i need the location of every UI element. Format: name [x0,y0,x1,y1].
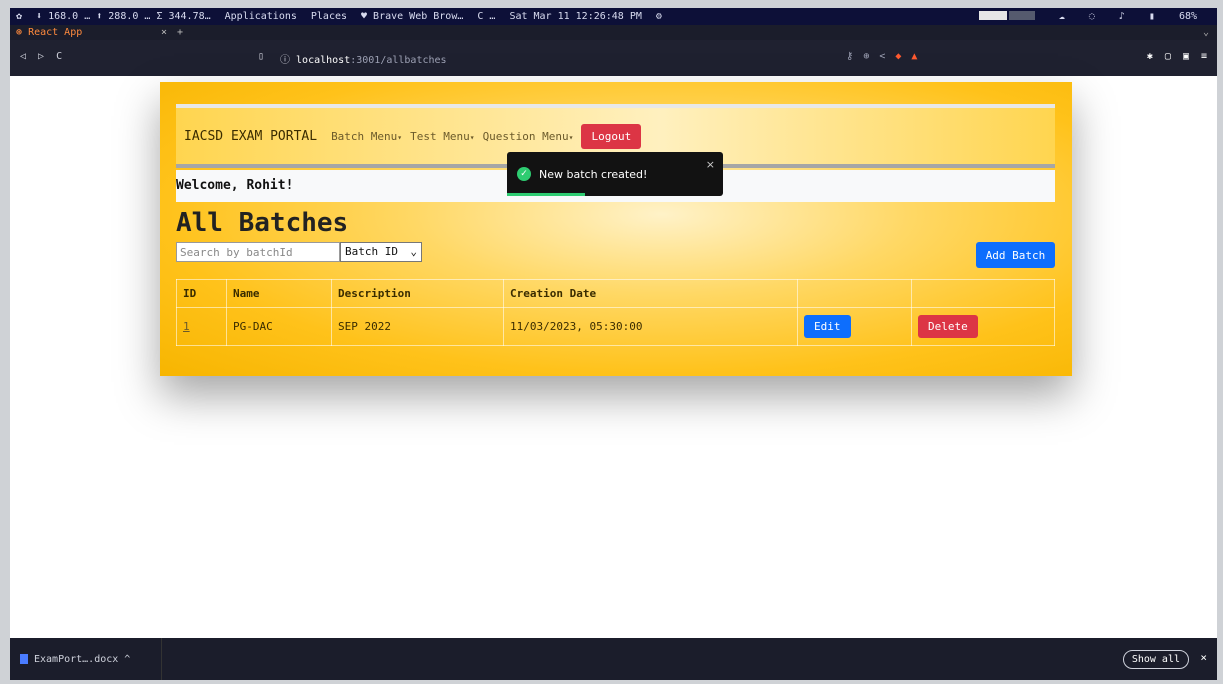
header-creation-date: Creation Date [503,279,798,308]
add-batch-button[interactable]: Add Batch [976,242,1055,268]
cell-delete: Delete [911,307,1055,346]
chevron-up-icon[interactable]: ^ [124,654,130,665]
address-bar: ◁ ▷ C ▯ ⓘ localhost:3001/allbatches ⚷ ⊕ … [10,40,1217,76]
show-all-button[interactable]: Show all [1122,650,1189,669]
header-edit [797,279,912,308]
filter-selected-value: Batch ID [345,245,398,258]
new-tab-icon[interactable]: + [177,27,183,38]
check-icon: ✓ [517,167,531,181]
download-bar: ExamPort….docx ^ Show all × [10,638,1217,680]
menu-icon[interactable]: ≡ [1201,51,1207,62]
sidebar-icon[interactable]: ▢ [1165,51,1171,62]
document-icon [20,654,28,664]
page-title: All Batches [176,208,349,238]
reload-icon[interactable]: C [56,51,62,62]
header-description: Description [331,279,504,308]
batch-id-link[interactable]: 1 [183,320,190,333]
toast-notification: ✓ New batch created! × [507,152,723,196]
extensions-icon[interactable]: ✱ [1147,51,1153,62]
app-container: IACSD EXAM PORTAL Batch Menu▾ Test Menu▾… [160,82,1072,376]
key-icon[interactable]: ⚷ [846,51,853,62]
loading-indicator: C … [477,11,496,22]
network-stats: ⬇ 168.0 … ⬆ 288.0 … Σ 344.78… [36,11,211,22]
caret-down-icon: ▾ [568,132,574,142]
tab-strip: ⊛ React App × + ⌄ [10,25,1217,40]
chevron-down-icon: ⌄ [410,245,417,258]
chevron-down-icon[interactable]: ⌄ [1203,27,1209,38]
caret-down-icon: ▾ [469,132,475,142]
tab-close-icon[interactable]: × [161,27,167,38]
page-viewport: IACSD EXAM PORTAL Batch Menu▾ Test Menu▾… [10,76,1217,638]
cloud-icon[interactable]: ☁ [1059,11,1065,22]
logout-button[interactable]: Logout [581,123,642,149]
brave-rewards-icon[interactable]: ▲ [911,51,917,62]
system-top-bar: ✿ ⬇ 168.0 … ⬆ 288.0 … Σ 344.78… Applicat… [10,8,1217,25]
search-input[interactable] [176,242,340,262]
delete-button[interactable]: Delete [918,315,978,338]
edit-button[interactable]: Edit [804,315,851,338]
tab-title: React App [28,27,83,38]
browser-window: ✿ ⬇ 168.0 … ⬆ 288.0 … Σ 344.78… Applicat… [10,8,1217,680]
toast-message: New batch created! [539,168,648,181]
toast-progress-bar [507,193,585,196]
close-icon[interactable]: × [1200,651,1207,664]
wifi-icon[interactable]: ◌ [1089,11,1095,22]
download-item[interactable]: ExamPort….docx ^ [10,638,162,680]
filter-select[interactable]: Batch ID ⌄ [340,242,422,262]
forward-icon[interactable]: ▷ [38,51,44,62]
share-icon[interactable]: < [879,51,885,62]
url-host: localhost [296,55,351,66]
volume-icon[interactable]: ♪ [1119,11,1125,22]
active-app-title[interactable]: ♥ Brave Web Brow… [361,11,463,22]
cell-name: PG-DAC [226,307,332,346]
cell-edit: Edit [797,307,912,346]
back-icon[interactable]: ◁ [20,51,26,62]
clock[interactable]: Sat Mar 11 12:26:48 PM [509,11,641,22]
zoom-icon[interactable]: ⊕ [863,51,869,62]
close-icon[interactable]: × [706,158,715,171]
site-info-icon[interactable]: ⓘ [280,55,290,66]
caret-down-icon: ▾ [397,132,403,142]
battery-icon: ▮ [1148,11,1155,22]
wallet-icon[interactable]: ▣ [1183,51,1189,62]
cell-id: 1 [176,307,227,346]
test-menu[interactable]: Test Menu▾ [410,130,474,143]
table-header-row: ID Name Description Creation Date [176,279,1055,308]
table-row: 1 PG-DAC SEP 2022 11/03/2023, 05:30:00 E… [176,307,1055,346]
header-delete [911,279,1055,308]
react-favicon-icon: ⊛ [16,27,23,38]
battery-level: 68% [1178,11,1197,22]
download-filename: ExamPort….docx [34,653,119,665]
places-menu[interactable]: Places [311,11,347,22]
bookmark-icon[interactable]: ▯ [258,51,264,62]
question-menu[interactable]: Question Menu▾ [483,130,574,143]
header-name: Name [226,279,332,308]
system-logo-icon[interactable]: ✿ [16,11,22,22]
header-id: ID [176,279,227,308]
applications-menu[interactable]: Applications [225,11,297,22]
brave-shield-icon[interactable]: ◆ [895,51,901,62]
brand-title[interactable]: IACSD EXAM PORTAL [184,129,317,144]
batches-table: ID Name Description Creation Date 1 PG-D… [176,279,1055,346]
keyboard-indicator [978,10,1035,23]
cell-creation-date: 11/03/2023, 05:30:00 [503,307,798,346]
settings-icon[interactable]: ⚙ [656,11,662,22]
url-field[interactable]: ⓘ localhost:3001/allbatches [280,51,447,66]
tab-react-app[interactable]: ⊛ React App × [10,27,175,38]
batch-menu[interactable]: Batch Menu▾ [331,130,402,143]
cell-description: SEP 2022 [331,307,504,346]
url-path: :3001/allbatches [350,55,447,66]
